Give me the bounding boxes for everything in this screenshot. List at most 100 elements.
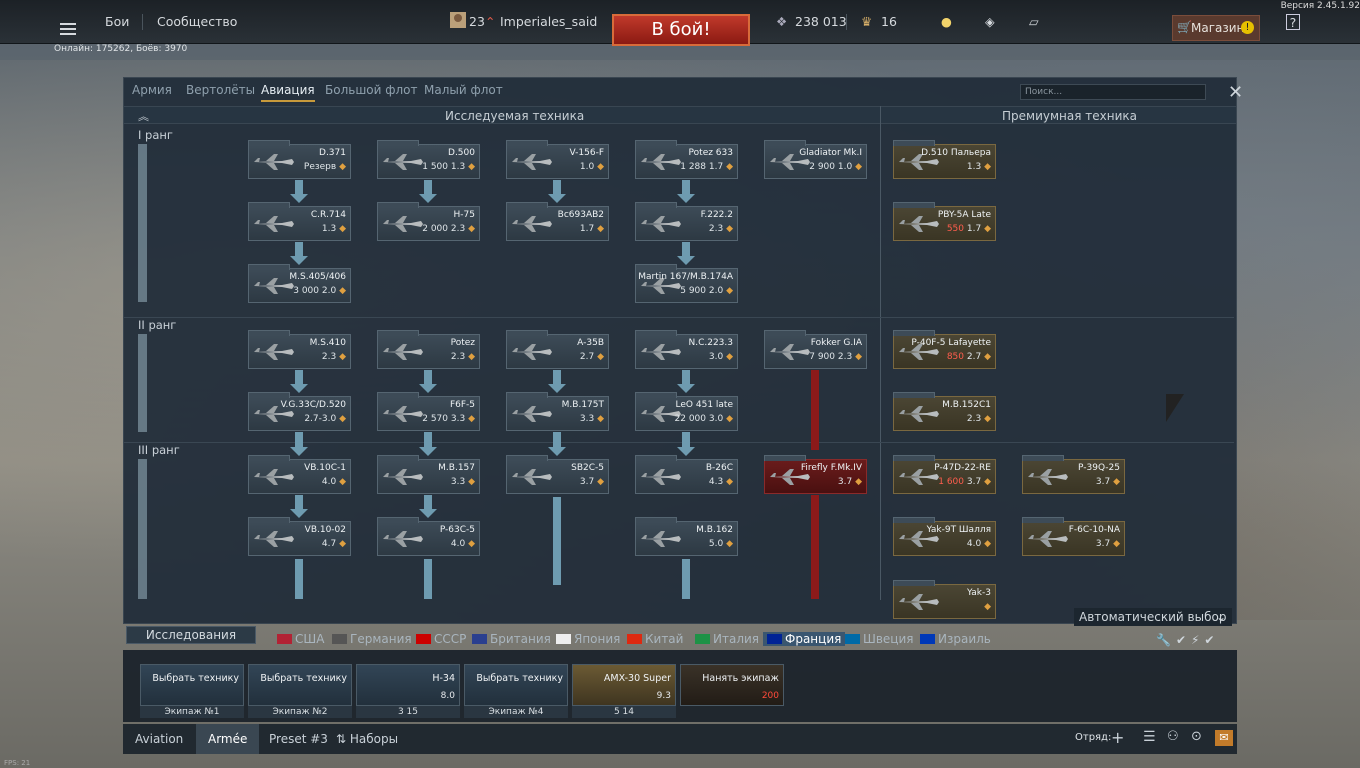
lightbulb-icon[interactable]: ● (941, 12, 952, 32)
crew-slot[interactable]: AMX-30 Super 9.3 (572, 664, 676, 706)
vehicle-card[interactable]: V-156-F 1.0 ◆ (506, 140, 609, 179)
nation-tab[interactable]: Германия (332, 632, 412, 646)
vehicle-card[interactable]: Potez 2.3 ◆ (377, 330, 480, 369)
nation-tab[interactable]: Япония (556, 632, 620, 646)
vehicle-card[interactable]: Fokker G.IA 7 900 2.3 ◆ (764, 330, 867, 369)
menu-icon[interactable] (60, 20, 76, 40)
vehicle-card[interactable]: LeO 451 late 22 000 3.0 ◆ (635, 392, 738, 431)
tab-army[interactable]: Армия (132, 83, 172, 97)
sort-icon: ⇅ (336, 732, 350, 746)
vehicle-card[interactable]: P-39Q-25 3.7 ◆ (1022, 455, 1125, 494)
vehicle-card[interactable]: Yak-3 ◆ (893, 580, 996, 619)
vehicle-card[interactable]: P-47D-22-RE 1 600 3.7 ◆ (893, 455, 996, 494)
vehicle-card[interactable]: V.G.33C/D.520 2.7-3.0 ◆ (248, 392, 351, 431)
vehicle-card[interactable]: M.B.157 3.3 ◆ (377, 455, 480, 494)
to-battle-button[interactable]: В бой! (612, 14, 750, 46)
coupon-icon[interactable]: ▱ (1029, 12, 1039, 32)
research-tab[interactable]: Исследования (126, 626, 256, 644)
tab-bluewater-fleet[interactable]: Большой флот (325, 83, 418, 97)
vehicle-card[interactable]: P-40F-5 Lafayette 850 2.7 ◆ (893, 330, 996, 369)
contacts-icon[interactable]: ⚇ (1167, 729, 1179, 744)
add-squad-icon[interactable]: + (1111, 728, 1124, 747)
vehicle-card[interactable]: M.B.152C1 2.3 ◆ (893, 392, 996, 431)
preset-armee[interactable]: Armée (196, 724, 260, 754)
vehicle-card[interactable]: A-35B 2.7 ◆ (506, 330, 609, 369)
list-icon[interactable]: ☰ (1143, 729, 1156, 745)
nation-tab[interactable]: Швеция (845, 632, 913, 646)
vehicle-card[interactable]: M.B.175T 3.3 ◆ (506, 392, 609, 431)
vehicle-card[interactable]: Firefly F.Mk.IV 3.7 ◆ (764, 455, 867, 494)
vehicle-card[interactable]: Martin 167/M.B.174A 5 900 2.0 ◆ (635, 264, 738, 303)
br-diamond-icon: ◆ (339, 352, 346, 362)
crew-slot[interactable]: Нанять экипаж 200 (680, 664, 784, 706)
vehicle-card[interactable]: Yak-9T Шалля 4.0 ◆ (893, 517, 996, 556)
vehicle-card[interactable]: D.500 1 500 1.3 ◆ (377, 140, 480, 179)
nation-tab[interactable]: США (277, 632, 324, 646)
crew-slot[interactable]: Выбрать технику (464, 664, 568, 706)
nation-tab[interactable]: Израиль (920, 632, 991, 646)
vehicle-card[interactable]: N.C.223.3 3.0 ◆ (635, 330, 738, 369)
card-tab (893, 455, 935, 461)
vehicle-card[interactable]: B-26C 4.3 ◆ (635, 455, 738, 494)
vehicle-card[interactable]: VB.10-02 4.7 ◆ (248, 517, 351, 556)
br-diamond-icon: ◆ (726, 352, 733, 362)
community-menu[interactable]: Сообщество (157, 12, 237, 32)
vehicle-card[interactable]: Bc693AB2 1.7 ◆ (506, 202, 609, 241)
silver-lions-balance[interactable]: 238 013 (795, 12, 847, 32)
crew-slot[interactable]: H-34 8.0 (356, 664, 460, 706)
vehicle-card[interactable]: Potez 633 1 288 1.7 ◆ (635, 140, 738, 179)
vehicle-card[interactable]: Gladiator Mk.I 2 900 1.0 ◆ (764, 140, 867, 179)
nation-tab[interactable]: СССР (416, 632, 466, 646)
tab-coastal-fleet[interactable]: Малый флот (424, 83, 503, 97)
premium-header: Премиумная техника (1002, 109, 1137, 123)
tab-aviation[interactable]: Авиация (261, 83, 315, 102)
vehicle-card[interactable]: D.371 Резерв ◆ (248, 140, 351, 179)
vehicle-card[interactable]: F.222.2 2.3 ◆ (635, 202, 738, 241)
collapse-icon[interactable]: ︽ (138, 108, 149, 124)
vehicle-card[interactable]: F-6C-10-NA 3.7 ◆ (1022, 517, 1125, 556)
rank-2-label[interactable]: II ранг (138, 318, 176, 332)
chat-icon[interactable]: ⊙ (1191, 729, 1202, 744)
rank-3-label[interactable]: III ранг (138, 443, 180, 457)
vehicle-name: A-35B (577, 338, 604, 348)
vehicle-name: VB.10-02 (304, 525, 346, 535)
close-icon[interactable]: ✕ (1228, 82, 1243, 103)
golden-eagles-balance[interactable]: 16 (881, 12, 897, 32)
repair-icons[interactable]: 🔧✔⚡✔ (1156, 633, 1219, 647)
search-input[interactable]: Поиск... (1020, 84, 1206, 100)
player-name[interactable]: Imperiales_said (500, 12, 597, 32)
shop-button[interactable]: 🛒 Магазин ! (1172, 15, 1260, 41)
crew-slot-title: Выбрать технику (152, 673, 239, 684)
vehicle-card[interactable]: M.S.405/406 3 000 2.0 ◆ (248, 264, 351, 303)
nation-tab[interactable]: Китай (627, 632, 683, 646)
vehicle-card[interactable]: H-75 2 000 2.3 ◆ (377, 202, 480, 241)
nation-tab[interactable]: Британия (472, 632, 551, 646)
tab-helicopters[interactable]: Вертолёты (186, 83, 255, 97)
nation-tab[interactable]: Франция (763, 632, 846, 646)
presets-button[interactable]: ⇅ Наборы (324, 724, 410, 754)
vehicle-card[interactable]: M.B.162 5.0 ◆ (635, 517, 738, 556)
preset-aviation[interactable]: Aviation (123, 724, 195, 754)
battles-menu[interactable]: Бои (105, 12, 129, 32)
nation-tab[interactable]: Италия (695, 632, 759, 646)
vehicle-card[interactable]: SB2C-5 3.7 ◆ (506, 455, 609, 494)
wardrobe-icon[interactable]: ◈ (985, 12, 995, 32)
vehicle-card[interactable]: P-63C-5 4.0 ◆ (377, 517, 480, 556)
rank-1-label[interactable]: I ранг (138, 128, 173, 142)
auto-select-dropdown[interactable]: Автоматический выбор ⌄ (1074, 608, 1232, 626)
aircraft-icon (512, 216, 552, 232)
vehicle-card[interactable]: M.S.410 2.3 ◆ (248, 330, 351, 369)
vehicle-card[interactable]: F6F-5 2 570 3.3 ◆ (377, 392, 480, 431)
vehicle-card[interactable]: PBY-5A Late 550 1.7 ◆ (893, 202, 996, 241)
vehicle-card[interactable]: VB.10C-1 4.0 ◆ (248, 455, 351, 494)
crew-slot[interactable]: Выбрать технику (248, 664, 352, 706)
vehicle-card[interactable]: C.R.714 1.3 ◆ (248, 202, 351, 241)
research-tree-panel: Армия Вертолёты Авиация Большой флот Мал… (123, 77, 1243, 626)
avatar[interactable] (450, 12, 466, 32)
br-diamond-icon: ◆ (726, 224, 733, 234)
research-arrow (290, 242, 308, 265)
help-button[interactable]: ? (1286, 14, 1300, 30)
crew-slot[interactable]: Выбрать технику (140, 664, 244, 706)
mail-icon[interactable]: ✉ (1215, 730, 1233, 746)
vehicle-card[interactable]: D.510 Пальера 1.3 ◆ (893, 140, 996, 179)
